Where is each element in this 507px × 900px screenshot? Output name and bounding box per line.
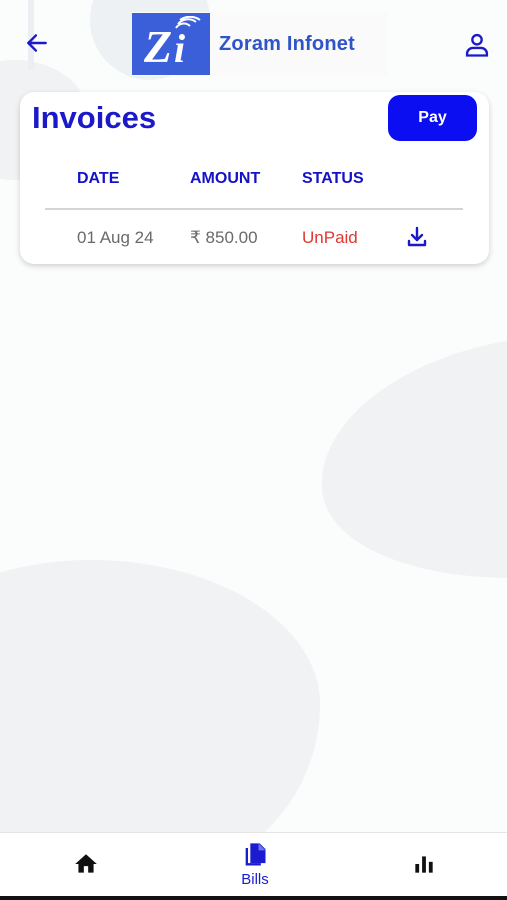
column-header-amount: AMOUNT (190, 170, 261, 187)
logo-text: Zoram Infonet (219, 32, 355, 55)
documents-icon (245, 842, 266, 865)
invoice-date: 01 Aug 24 (77, 228, 154, 247)
user-icon (465, 33, 489, 57)
column-header-status: STATUS (302, 170, 364, 187)
bar-chart-icon (415, 856, 433, 873)
invoice-amount: ₹ 850.00 (190, 228, 258, 247)
logo-emblem-icon: Z i (143, 16, 201, 72)
invoice-status: UnPaid (302, 228, 358, 247)
tab-bills[interactable]: Bills (224, 833, 286, 895)
background-blob (308, 320, 507, 600)
tab-stats[interactable] (398, 833, 450, 895)
invoices-card: Invoices Pay DATE AMOUNT STATUS 01 Aug 2… (20, 92, 489, 264)
download-icon (407, 226, 427, 247)
page-title: Invoices (32, 100, 157, 135)
bottom-tab-bar: Bills (0, 832, 507, 900)
home-icon (75, 854, 97, 873)
profile-button[interactable] (460, 28, 494, 62)
svg-text:Z: Z (143, 21, 172, 72)
column-header-date: DATE (77, 170, 120, 187)
pay-button[interactable]: Pay (388, 95, 477, 141)
tab-home[interactable] (60, 833, 112, 895)
svg-text:i: i (174, 26, 185, 71)
home-indicator (0, 896, 507, 900)
app-header: Z i Zoram Infonet (0, 0, 507, 88)
table-row: 01 Aug 24 ₹ 850.00 UnPaid (20, 210, 489, 264)
back-button[interactable] (22, 28, 52, 58)
arrow-left-icon (27, 34, 47, 52)
logo-mark: Z i (132, 13, 210, 75)
tab-bills-label: Bills (241, 870, 269, 888)
download-invoice-button[interactable] (404, 224, 430, 250)
brand-logo: Z i Zoram Infonet (132, 12, 387, 76)
